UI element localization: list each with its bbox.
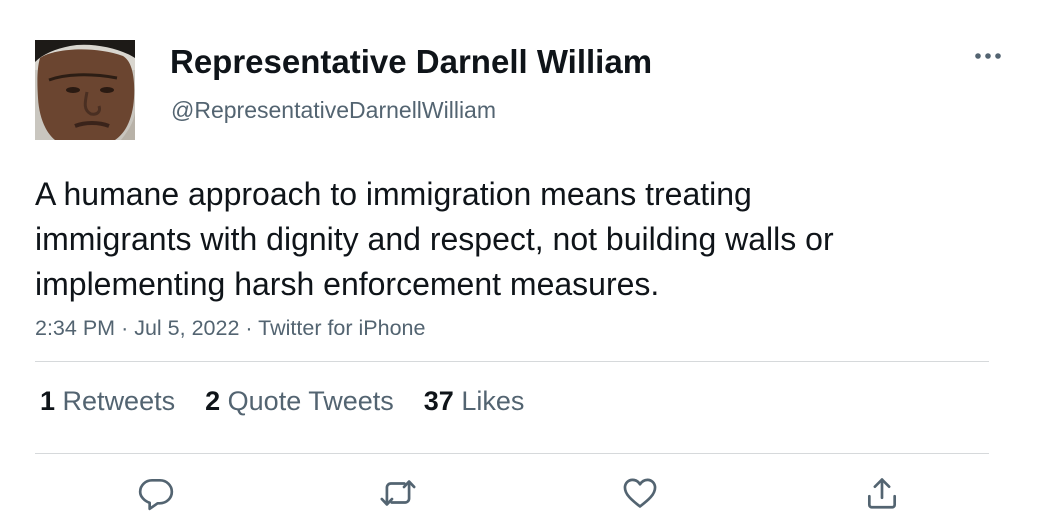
avatar[interactable]: [35, 40, 135, 140]
retweets-count: 1: [40, 386, 56, 416]
more-options-icon[interactable]: [972, 44, 1004, 68]
display-name[interactable]: Representative Darnell William: [170, 43, 652, 81]
likes-stat[interactable]: 37 Likes: [424, 386, 525, 417]
like-button[interactable]: [620, 474, 660, 514]
tweet-source[interactable]: Twitter for iPhone: [258, 316, 425, 340]
engagement-stats: 1 Retweets 2 Quote Tweets 37 Likes: [40, 386, 554, 417]
retweet-button[interactable]: [378, 474, 418, 514]
tweet-date[interactable]: Jul 5, 2022: [134, 316, 239, 340]
share-button[interactable]: [862, 474, 902, 514]
speech-bubble-icon: [138, 478, 174, 511]
user-handle[interactable]: @RepresentativeDarnellWilliam: [171, 97, 496, 124]
reply-button[interactable]: [136, 474, 176, 514]
divider: [35, 453, 989, 454]
quote-tweets-stat[interactable]: 2 Quote Tweets: [205, 386, 394, 417]
meta-separator: ·: [245, 316, 253, 340]
upload-share-icon: [867, 478, 897, 509]
retweets-label: Retweets: [62, 386, 176, 416]
profile-photo: [35, 40, 135, 140]
retweet-arrows-icon: [380, 480, 416, 506]
tweet-time[interactable]: 2:34 PM: [35, 316, 115, 340]
retweets-stat[interactable]: 1 Retweets: [40, 386, 175, 417]
heart-icon: [623, 478, 657, 508]
quote-tweets-label: Quote Tweets: [227, 386, 394, 416]
likes-count: 37: [423, 386, 454, 416]
divider: [35, 361, 989, 362]
tweet-card: Representative Darnell William @Represen…: [0, 0, 1050, 525]
likes-label: Likes: [461, 386, 525, 416]
tweet-meta: 2:34 PM · Jul 5, 2022 · Twitter for iPho…: [35, 316, 425, 341]
meta-separator: ·: [121, 316, 129, 340]
quote-tweets-count: 2: [205, 386, 221, 416]
tweet-text: A humane approach to immigration means t…: [35, 176, 834, 302]
